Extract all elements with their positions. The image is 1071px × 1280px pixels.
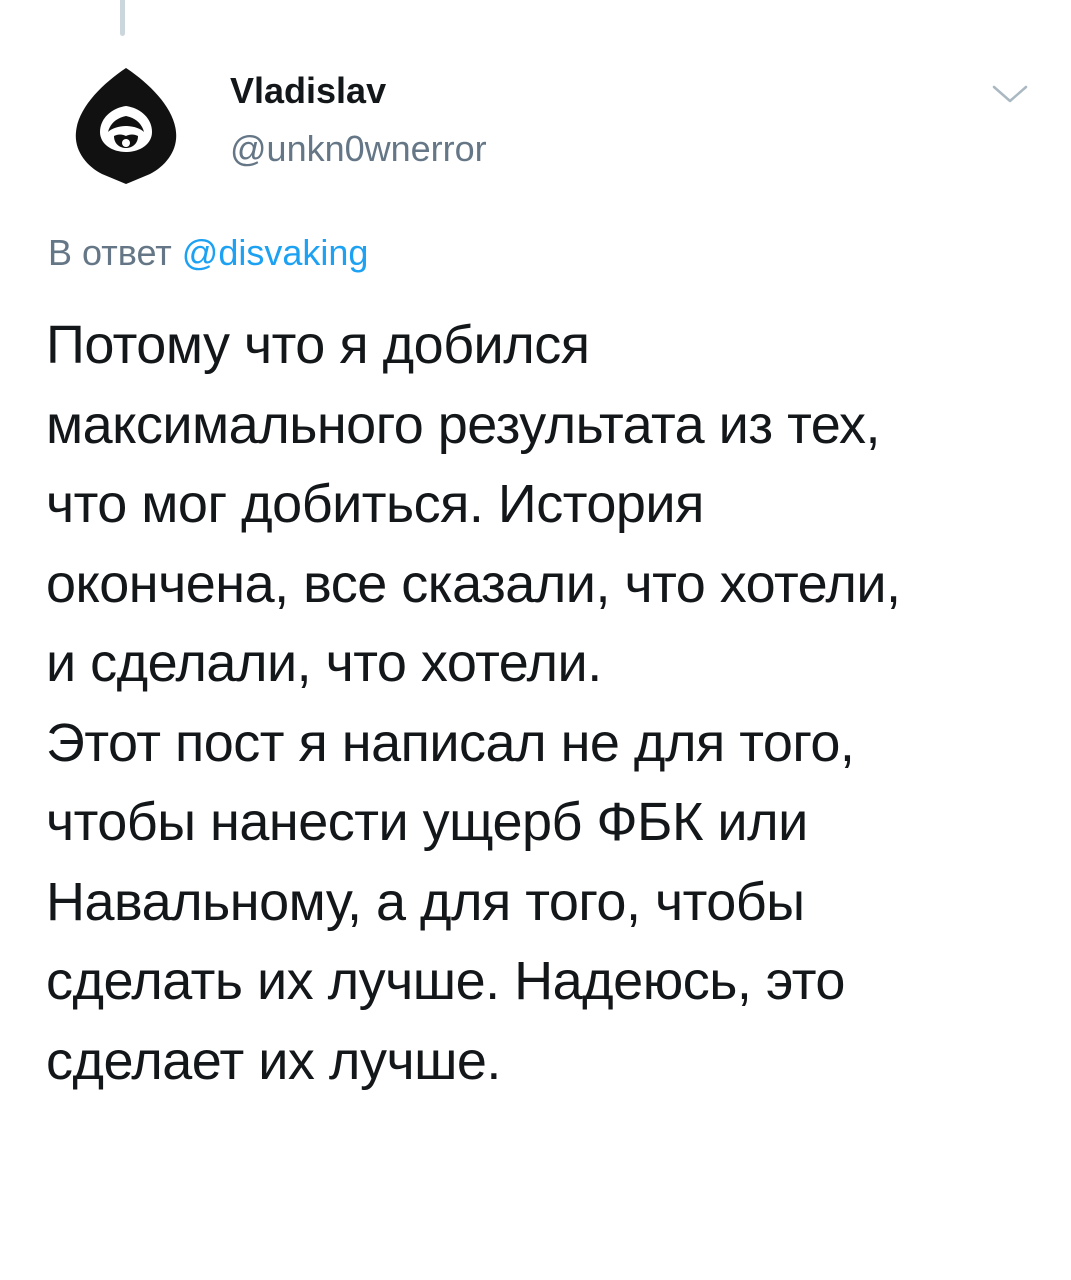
tweet-text-line: Потому что я добился <box>46 315 590 375</box>
avatar[interactable] <box>72 66 180 186</box>
tweet-text-line: что мог добиться. История <box>46 474 704 534</box>
thread-connector-line <box>120 0 125 36</box>
reply-mention-link[interactable]: @disvaking <box>182 232 369 273</box>
tweet-text: Потому что я добился максимального резул… <box>46 306 1056 1101</box>
reply-context: В ответ @disvaking <box>48 232 368 274</box>
author-handle[interactable]: @unkn0wnerror <box>230 128 487 170</box>
hooded-figure-avatar-icon <box>75 68 177 184</box>
tweet-text-line: Этот пост я написал не для того, <box>46 712 855 773</box>
tweet-text-line: сделать их лучше. Надеюсь, это <box>46 951 845 1011</box>
reply-prefix: В ответ <box>48 232 172 273</box>
tweet-text-line: сделает их лучше. <box>46 1030 501 1091</box>
tweet-text-line: чтобы нанести ущерб ФБК или <box>46 792 808 852</box>
tweet-menu-button[interactable] <box>990 82 1030 106</box>
tweet-text-line: максимального результата из тех, <box>46 394 881 455</box>
chevron-down-icon <box>992 85 1028 103</box>
tweet-text-line: Навальному, а для того, чтобы <box>46 871 805 932</box>
tweet-text-line: окончена, все сказали, что хотели, <box>46 553 901 614</box>
tweet-text-line: и сделали, что хотели. <box>46 633 602 693</box>
author-name[interactable]: Vladislav <box>230 70 386 112</box>
